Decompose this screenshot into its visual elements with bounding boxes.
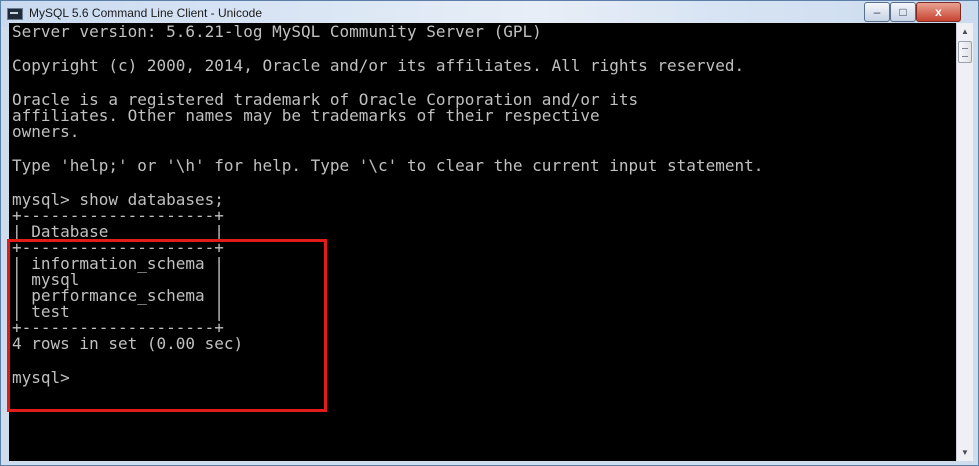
minimize-button[interactable]: – bbox=[864, 2, 890, 22]
result-highlight-box bbox=[7, 239, 327, 412]
close-button[interactable]: x bbox=[916, 2, 961, 22]
vertical-scrollbar[interactable]: ▲ ▼ bbox=[956, 23, 973, 461]
server-version-line: Server version: 5.6.21-log MySQL Communi… bbox=[12, 23, 542, 41]
maximize-button[interactable]: □ bbox=[890, 2, 916, 22]
scroll-up-arrow-icon[interactable]: ▲ bbox=[957, 23, 973, 40]
help-hint-line: Type 'help;' or '\h' for help. Type '\c'… bbox=[12, 156, 764, 175]
copyright-line: Copyright (c) 2000, 2014, Oracle and/or … bbox=[12, 56, 745, 75]
scroll-thumb[interactable] bbox=[958, 41, 972, 63]
scroll-down-arrow-icon[interactable]: ▼ bbox=[957, 444, 973, 461]
window-title: MySQL 5.6 Command Line Client - Unicode bbox=[29, 6, 262, 20]
console-app-icon[interactable] bbox=[7, 8, 23, 20]
trademark-line-3: owners. bbox=[12, 122, 80, 141]
trademark-line-2: affiliates. Other names may be trademark… bbox=[12, 106, 600, 125]
mysql-client-window: MySQL 5.6 Command Line Client - Unicode … bbox=[0, 0, 979, 466]
